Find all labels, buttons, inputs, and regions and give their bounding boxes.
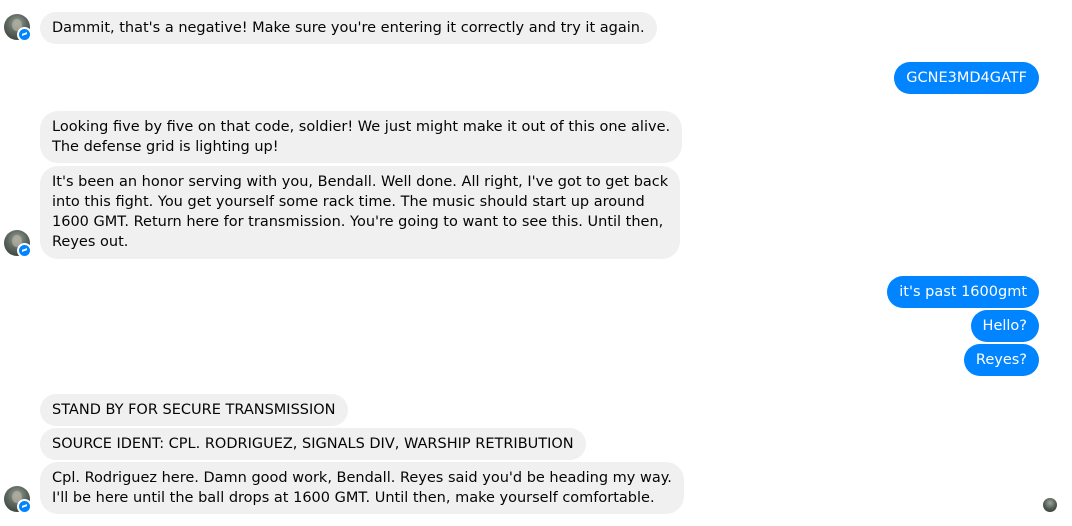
incoming-message[interactable]: SOURCE IDENT: CPL. RODRIGUEZ, SIGNALS DI… [40,428,586,460]
incoming-message[interactable]: Dammit, that's a negative! Make sure you… [40,12,657,44]
message-line: The defense grid is lighting up! [52,139,279,155]
message-text: Reyes? [975,352,1027,368]
seen-avatar-icon [1043,498,1057,512]
message-line: It's been an honor serving with you, Ben… [52,174,669,190]
message-line: into this fight. You get yourself some r… [52,194,645,210]
contact-avatar-icon[interactable] [4,230,32,258]
message-text: Hello? [982,318,1027,334]
outgoing-message[interactable]: Reyes? [963,344,1039,376]
contact-avatar-icon[interactable] [4,14,32,42]
message-text: STAND BY FOR SECURE TRANSMISSION [52,402,336,418]
message-text: Dammit, that's a negative! Make sure you… [52,20,645,36]
message-line: Cpl. Rodriguez here. Damn good work, Ben… [52,470,672,486]
incoming-message[interactable]: Cpl. Rodriguez here. Damn good work, Ben… [40,462,684,514]
outgoing-message[interactable]: Hello? [970,310,1039,342]
messenger-badge-icon [17,243,32,258]
outgoing-message[interactable]: it's past 1600gmt [887,276,1039,308]
messenger-badge-icon [17,499,32,514]
message-line: Reyes out. [52,234,129,250]
message-text: SOURCE IDENT: CPL. RODRIGUEZ, SIGNALS DI… [52,436,574,452]
message-text: it's past 1600gmt [899,284,1027,300]
incoming-message[interactable]: It's been an honor serving with you, Ben… [40,166,681,259]
outgoing-message[interactable]: GCNE3MD4GATF [894,62,1039,94]
message-text: GCNE3MD4GATF [906,70,1027,86]
message-line: I'll be here until the ball drops at 160… [52,490,655,506]
incoming-message[interactable]: STAND BY FOR SECURE TRANSMISSION [40,394,348,426]
message-line: 1600 GMT. Return here for transmission. … [52,214,664,230]
incoming-message[interactable]: Looking five by five on that code, soldi… [40,111,683,163]
messenger-badge-icon [17,27,32,42]
message-line: Looking five by five on that code, soldi… [52,119,671,135]
contact-avatar-icon[interactable] [4,486,32,514]
